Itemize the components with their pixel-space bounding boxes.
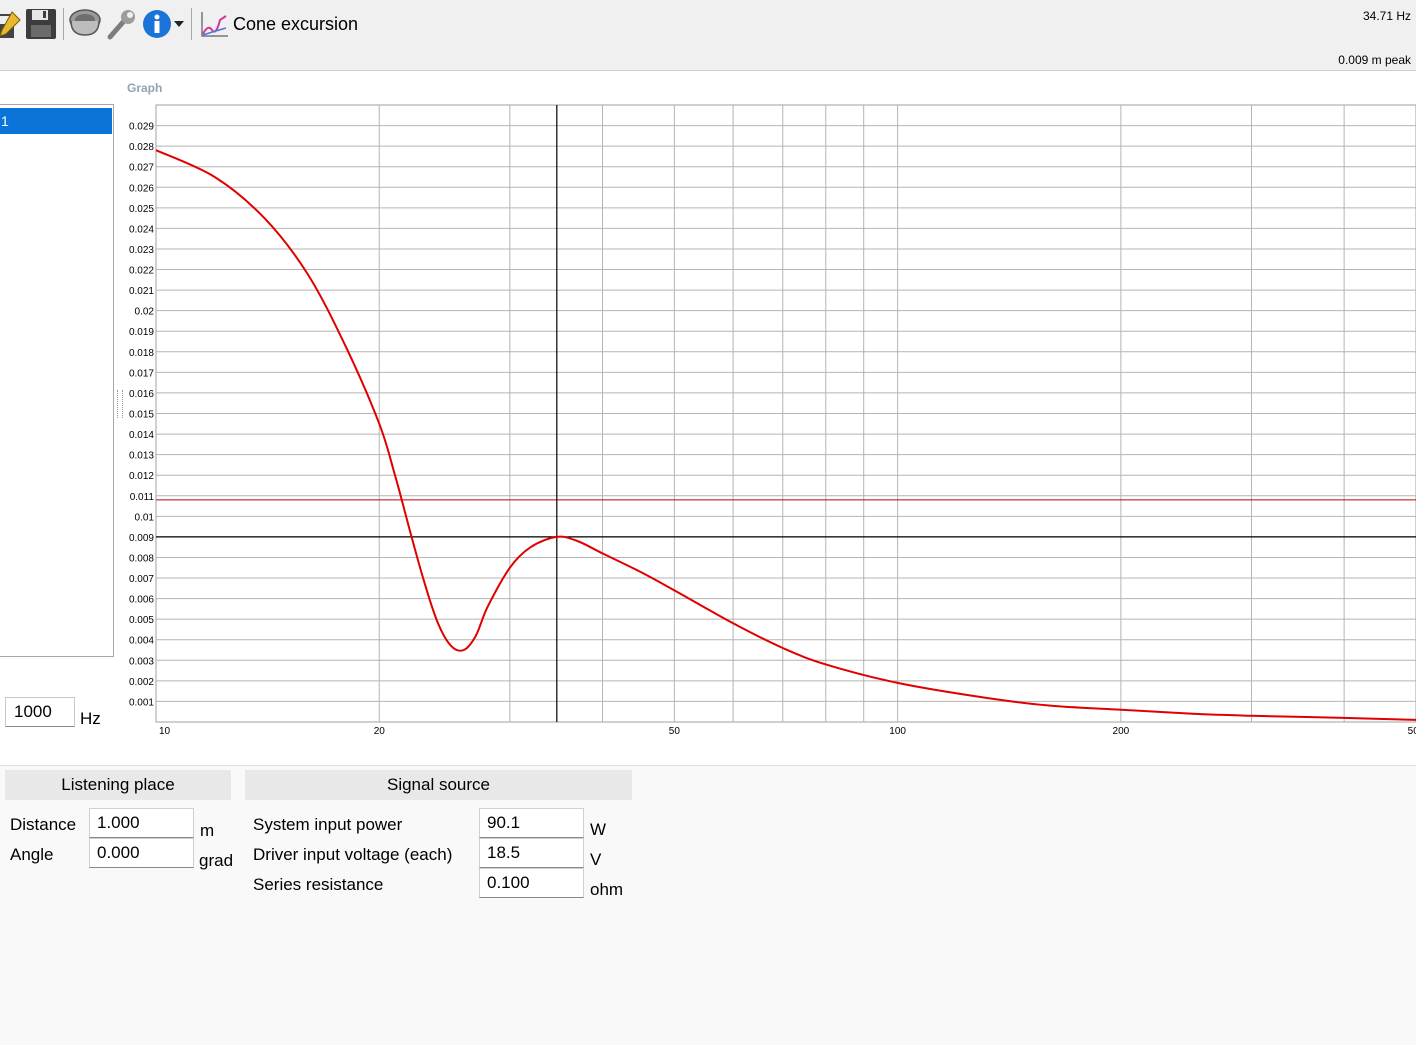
- y-tick-label: 0.005: [129, 615, 154, 626]
- signal-source-header: Signal source: [245, 770, 632, 800]
- graph-section-label: Graph: [127, 81, 163, 95]
- series-resistance-label: Series resistance: [253, 875, 384, 894]
- y-tick-label: 0.008: [129, 553, 154, 564]
- y-tick-label: 0.011: [130, 492, 155, 503]
- x-tick-label: 50: [669, 726, 681, 737]
- y-tick-label: 0.019: [129, 327, 154, 338]
- y-tick-label: 0.02: [135, 307, 155, 318]
- y-tick-label: 0.021: [129, 286, 154, 297]
- distance-label: Distance: [10, 815, 77, 834]
- driver-input-voltage-label: Driver input voltage (each): [253, 845, 453, 864]
- value-readout: 0.009 m peak: [1338, 53, 1411, 67]
- save-icon[interactable]: [24, 6, 58, 42]
- x-axis-ticks: 10 20 50 100 200 500: [159, 726, 1416, 737]
- y-tick-label: 0.015: [129, 410, 154, 421]
- wrench-icon[interactable]: [104, 6, 138, 42]
- view-title: Cone excursion: [233, 14, 359, 34]
- listening-place-header: Listening place: [5, 770, 231, 800]
- y-tick-label: 0.006: [129, 595, 154, 606]
- y-tick-label: 0.027: [129, 163, 154, 174]
- angle-unit: grad: [199, 851, 234, 870]
- y-tick-label: 0.012: [129, 471, 154, 482]
- system-input-power-input[interactable]: 90.1: [479, 808, 584, 838]
- y-tick-label: 0.023: [129, 245, 154, 256]
- distance-unit: m: [200, 821, 215, 840]
- y-tick-label: 0.009: [129, 533, 154, 544]
- y-tick-label: 0.026: [129, 183, 154, 194]
- y-tick-label: 0.002: [129, 677, 154, 688]
- graph-icon[interactable]: [198, 6, 230, 42]
- parameters-panel: Listening place Signal source Distance 1…: [0, 765, 1416, 1045]
- angle-input[interactable]: 0.000: [89, 838, 194, 868]
- y-tick-label: 0.01: [135, 512, 155, 523]
- y-tick-label: 0.022: [129, 266, 154, 277]
- y-tick-label: 0.001: [129, 697, 154, 708]
- y-tick-label: 0.003: [129, 656, 154, 667]
- power-unit: W: [590, 820, 607, 839]
- cone-excursion-chart[interactable]: 0.001 0.002 0.003 0.004 0.005 0.006 0.007 0.008…: [0, 95, 1416, 745]
- toolbar-separator: [191, 8, 192, 40]
- distance-input[interactable]: 1.000: [89, 808, 194, 838]
- series-resistance-input[interactable]: 0.100: [479, 868, 584, 898]
- speaker-driver-icon[interactable]: [68, 6, 102, 42]
- y-tick-label: 0.004: [129, 636, 154, 647]
- frequency-readout: 34.71 Hz: [1362, 9, 1411, 23]
- toolbar-separator: [63, 8, 64, 40]
- y-tick-label: 0.018: [129, 348, 154, 359]
- chart-grid: [155, 104, 1416, 723]
- x-tick-label: 200: [1113, 726, 1130, 737]
- x-tick-label: 100: [889, 726, 906, 737]
- toolbar: Cone excursion 34.71 Hz 0.009 m peak: [0, 0, 1416, 71]
- angle-label: Angle: [10, 845, 54, 864]
- voltage-unit: V: [590, 850, 602, 869]
- y-axis-ticks: 0.001 0.002 0.003 0.004 0.005 0.006 0.007 0.008…: [129, 122, 154, 709]
- y-tick-label: 0.029: [129, 122, 154, 133]
- y-tick-label: 0.028: [129, 142, 154, 153]
- info-icon[interactable]: [141, 6, 173, 42]
- x-tick-label: 10: [159, 726, 171, 737]
- y-tick-label: 0.016: [129, 389, 154, 400]
- resistance-unit: ohm: [590, 880, 624, 899]
- x-tick-label: 20: [374, 726, 386, 737]
- y-tick-label: 0.025: [129, 204, 154, 215]
- y-tick-label: 0.013: [129, 451, 154, 462]
- chevron-down-icon[interactable]: [172, 6, 186, 42]
- system-input-power-label: System input power: [253, 815, 403, 834]
- driver-input-voltage-input[interactable]: 18.5: [479, 838, 584, 868]
- y-tick-label: 0.017: [129, 368, 154, 379]
- y-tick-label: 0.024: [129, 224, 154, 235]
- y-tick-label: 0.007: [129, 574, 154, 585]
- x-tick-label: 500: [1408, 726, 1416, 737]
- y-tick-label: 0.014: [129, 430, 154, 441]
- edit-icon[interactable]: [0, 6, 22, 42]
